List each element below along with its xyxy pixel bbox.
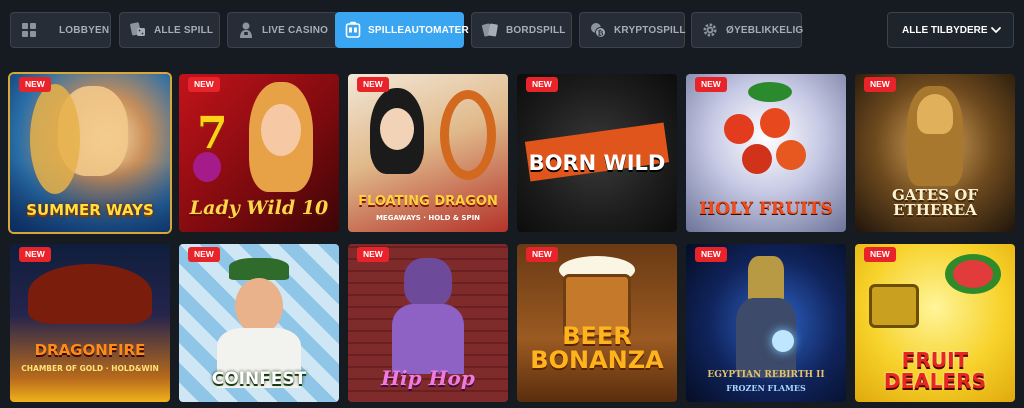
svg-text:₿: ₿	[597, 28, 603, 37]
game-tile-fruit-dealers[interactable]: FRUIT DEALERS NEW	[855, 244, 1015, 402]
game-title: SUMMER WAYS	[26, 201, 154, 219]
game-title-beer: BEER BONANZA	[530, 322, 664, 374]
game-title: Lady Wild 10	[189, 197, 329, 219]
game-grid: SUMMER WAYS NEW 7 Lady Wild 10 NEW FLOAT…	[10, 74, 1015, 404]
game-tile-coinfest[interactable]: COINFEST NEW	[179, 244, 339, 402]
tab-bordspill[interactable]: BORDSPILL	[471, 12, 572, 48]
new-badge: NEW	[357, 77, 389, 92]
tab-label: BORDSPILL	[506, 24, 566, 36]
game-title: DRAGONFIRE	[34, 341, 146, 359]
game-subtitle: MEGAWAYS · HOLD & SPIN	[375, 214, 481, 222]
new-badge: NEW	[19, 77, 51, 92]
game-subtitle: CHAMBER OF GOLD · HOLD&WIN	[21, 363, 159, 373]
grid-icon	[20, 21, 38, 39]
tab-label: ØYEBLIKKELIG	[726, 24, 804, 36]
seven-symbol: 7	[197, 108, 228, 159]
game-title: GATES OF ETHEREA	[892, 186, 978, 219]
slot-machine-icon	[345, 21, 361, 39]
new-badge: NEW	[188, 247, 220, 262]
game-tile-born-wild[interactable]: BORN WILD NEW	[517, 74, 677, 232]
new-badge: NEW	[526, 247, 558, 262]
tab-oyeblikkelig[interactable]: ØYEBLIKKELIG	[691, 12, 804, 48]
tab-kryptospill[interactable]: ₿ KRYPTOSPILL	[579, 12, 685, 48]
gear-icon	[701, 21, 719, 39]
new-badge: NEW	[864, 247, 896, 262]
live-dealer-icon	[237, 21, 255, 39]
game-tile-holy-fruits[interactable]: HOLY FRUITS NEW	[686, 74, 846, 232]
tab-label: LIVE CASINO	[262, 24, 329, 36]
new-badge: NEW	[526, 77, 558, 92]
playing-cards-icon	[481, 21, 499, 39]
cards-dice-icon	[129, 21, 147, 39]
game-tile-summer-ways[interactable]: SUMMER WAYS NEW	[10, 74, 170, 232]
crypto-coin-icon: ₿	[589, 21, 607, 39]
game-title: HOLY FRUITS	[699, 199, 833, 219]
game-tile-egyptian-rebirth-ii[interactable]: EGYPTIAN REBIRTH II FROZEN FLAMES NEW	[686, 244, 846, 402]
new-badge: NEW	[864, 77, 896, 92]
provider-label: ALLE TILBYDERE	[902, 24, 988, 36]
game-title: FLOATING DRAGON	[358, 194, 498, 209]
game-tile-floating-dragon[interactable]: FLOATING DRAGON MEGAWAYS · HOLD & SPIN N…	[348, 74, 508, 232]
game-tile-lady-wild-10[interactable]: 7 Lady Wild 10 NEW	[179, 74, 339, 232]
game-subtitle: FROZEN FLAMES	[726, 383, 806, 393]
new-badge: NEW	[188, 77, 220, 92]
new-badge: NEW	[357, 247, 389, 262]
game-title: COINFEST	[211, 369, 307, 389]
tab-label: SPILLEAUTOMATER	[368, 24, 469, 36]
chevron-down-icon	[990, 24, 1002, 36]
tab-label: KRYPTOSPILL	[614, 24, 686, 36]
casino-lobby-page: LOBBYEN ALLE SPILL LIVE CASINO SPILLEAUT…	[0, 0, 1024, 408]
game-tile-beer-bonanza[interactable]: BEER BONANZA NEW	[517, 244, 677, 402]
new-badge: NEW	[695, 77, 727, 92]
tab-lobbyen[interactable]: LOBBYEN	[10, 12, 111, 48]
game-title: EGYPTIAN REBIRTH II	[707, 370, 825, 380]
game-tile-dragonfire[interactable]: DRAGONFIRE CHAMBER OF GOLD · HOLD&WIN NE…	[10, 244, 170, 402]
tab-live-casino[interactable]: LIVE CASINO	[227, 12, 338, 48]
category-nav: LOBBYEN ALLE SPILL LIVE CASINO SPILLEAUT…	[10, 12, 1014, 48]
game-title: BORN WILD	[528, 151, 666, 175]
game-title: Hip Hop	[381, 366, 475, 390]
game-tile-hip-hop[interactable]: Hip Hop NEW	[348, 244, 508, 402]
tab-label: ALLE SPILL	[154, 24, 214, 36]
tab-label: LOBBYEN	[59, 24, 110, 36]
game-title: FRUIT DEALERS	[884, 348, 986, 393]
tab-spilleautomater[interactable]: SPILLEAUTOMATER	[335, 12, 469, 48]
new-badge: NEW	[19, 247, 51, 262]
game-tile-gates-of-etherea[interactable]: GATES OF ETHEREA NEW	[855, 74, 1015, 232]
tab-alle-spill[interactable]: ALLE SPILL	[119, 12, 220, 48]
provider-dropdown[interactable]: ALLE TILBYDERE	[887, 12, 1014, 48]
new-badge: NEW	[695, 247, 727, 262]
